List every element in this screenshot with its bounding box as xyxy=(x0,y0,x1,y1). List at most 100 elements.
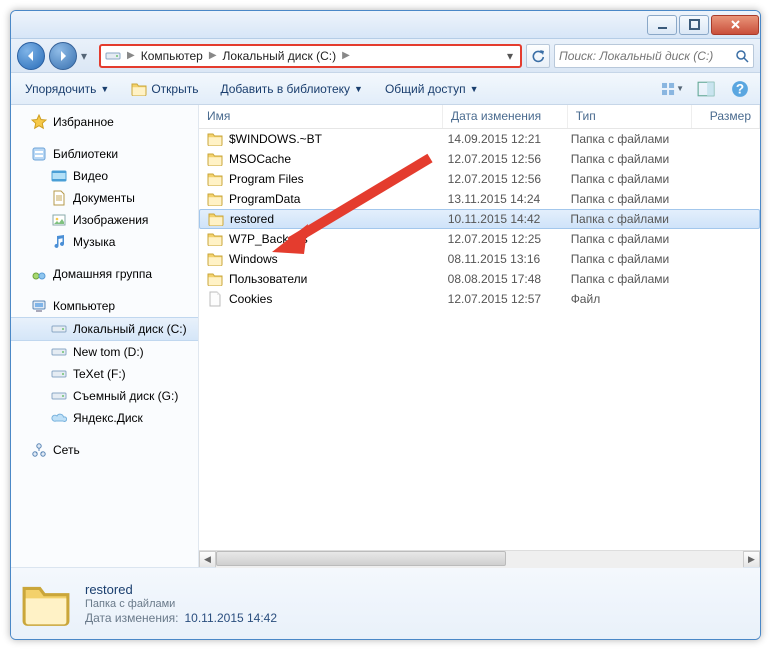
search-input[interactable] xyxy=(559,49,735,63)
preview-pane-button[interactable] xyxy=(694,77,718,101)
folder-icon xyxy=(207,271,223,287)
nav-music[interactable]: Музыка xyxy=(11,231,198,253)
address-bar[interactable]: ▶ Компьютер ▶ Локальный диск (C:) ▶ ▾ xyxy=(99,44,522,68)
nav-drive-c[interactable]: Локальный диск (C:) xyxy=(11,317,198,341)
file-type: Папка с файлами xyxy=(571,192,694,206)
file-name: MSOCache xyxy=(229,152,448,166)
folder-icon xyxy=(207,251,223,267)
file-row[interactable]: Пользователи08.08.2015 17:48Папка с файл… xyxy=(199,269,760,289)
folder-icon xyxy=(207,131,223,147)
nav-favorites[interactable]: Избранное xyxy=(11,111,198,133)
open-button[interactable]: Открыть xyxy=(125,78,204,100)
column-date[interactable]: Дата изменения xyxy=(443,105,568,128)
maximize-button[interactable] xyxy=(679,15,709,35)
file-icon xyxy=(207,291,223,307)
music-icon xyxy=(51,234,67,250)
video-icon xyxy=(51,168,67,184)
scroll-right-button[interactable]: ▶ xyxy=(743,551,760,568)
chevron-right-icon[interactable]: ▶ xyxy=(125,50,137,61)
file-row[interactable]: $WINDOWS.~BT14.09.2015 12:21Папка с файл… xyxy=(199,129,760,149)
column-type[interactable]: Тип xyxy=(568,105,693,128)
file-list[interactable]: $WINDOWS.~BT14.09.2015 12:21Папка с файл… xyxy=(199,129,760,550)
file-row[interactable]: ProgramData13.11.2015 14:24Папка с файла… xyxy=(199,189,760,209)
add-to-library-menu[interactable]: Добавить в библиотеку ▼ xyxy=(214,79,368,99)
file-row[interactable]: W7P_Backups12.07.2015 12:25Папка с файла… xyxy=(199,229,760,249)
close-button[interactable] xyxy=(711,15,759,35)
chevron-right-icon[interactable]: ▶ xyxy=(207,50,219,61)
homegroup-icon xyxy=(31,266,47,282)
share-menu[interactable]: Общий доступ ▼ xyxy=(379,79,485,99)
nav-drive-f[interactable]: TeXet (F:) xyxy=(11,363,198,385)
file-date: 12.07.2015 12:25 xyxy=(448,232,571,246)
column-name[interactable]: Имя xyxy=(199,105,443,128)
file-date: 08.08.2015 17:48 xyxy=(448,272,571,286)
history-dropdown-icon[interactable]: ▾ xyxy=(81,49,95,63)
file-list-pane: Имя Дата изменения Тип Размер $WINDOWS.~… xyxy=(199,105,760,567)
details-date-value: 10.11.2015 14:42 xyxy=(185,611,278,625)
nav-libraries[interactable]: Библиотеки xyxy=(11,143,198,165)
chevron-down-icon: ▼ xyxy=(354,84,363,94)
nav-yandex-disk[interactable]: Яндекс.Диск xyxy=(11,407,198,429)
file-name: restored xyxy=(230,212,448,226)
drive-icon xyxy=(51,388,67,404)
file-date: 14.09.2015 12:21 xyxy=(448,132,571,146)
file-row[interactable]: restored10.11.2015 14:42Папка с файлами xyxy=(199,209,760,229)
folder-icon xyxy=(207,231,223,247)
scroll-thumb[interactable] xyxy=(216,551,506,566)
column-size[interactable]: Размер xyxy=(692,105,760,128)
details-pane: restored Папка с файлами Дата изменения:… xyxy=(11,567,760,639)
help-button[interactable]: ? xyxy=(728,77,752,101)
file-row[interactable]: Windows08.11.2015 13:16Папка с файлами xyxy=(199,249,760,269)
document-icon xyxy=(51,190,67,206)
address-dropdown-icon[interactable]: ▾ xyxy=(504,49,516,63)
drive-icon xyxy=(51,344,67,360)
file-name: Cookies xyxy=(229,292,448,306)
search-box[interactable] xyxy=(554,44,754,68)
drive-icon xyxy=(51,366,67,382)
nav-pictures[interactable]: Изображения xyxy=(11,209,198,231)
file-name: $WINDOWS.~BT xyxy=(229,132,448,146)
file-type: Папка с файлами xyxy=(571,152,694,166)
file-type: Папка с файлами xyxy=(571,132,694,146)
minimize-button[interactable] xyxy=(647,15,677,35)
file-name: W7P_Backups xyxy=(229,232,448,246)
horizontal-scrollbar[interactable]: ◀ ▶ xyxy=(199,550,760,567)
nav-drive-g[interactable]: Съемный диск (G:) xyxy=(11,385,198,407)
file-name: Пользователи xyxy=(229,272,448,286)
search-icon xyxy=(735,49,749,63)
nav-drive-d[interactable]: New tom (D:) xyxy=(11,341,198,363)
network-icon xyxy=(31,442,47,458)
folder-icon xyxy=(208,211,224,227)
nav-homegroup[interactable]: Домашняя группа xyxy=(11,263,198,285)
breadcrumb-local-disk[interactable]: Локальный диск (C:) xyxy=(223,49,337,63)
nav-network[interactable]: Сеть xyxy=(11,439,198,461)
file-type: Папка с файлами xyxy=(571,272,694,286)
scroll-left-button[interactable]: ◀ xyxy=(199,551,216,568)
libraries-icon xyxy=(31,146,47,162)
file-row[interactable]: MSOCache12.07.2015 12:56Папка с файлами xyxy=(199,149,760,169)
nav-computer[interactable]: Компьютер xyxy=(11,295,198,317)
svg-text:?: ? xyxy=(736,81,744,96)
navigation-bar: ▾ ▶ Компьютер ▶ Локальный диск (C:) ▶ ▾ xyxy=(11,39,760,73)
nav-videos[interactable]: Видео xyxy=(11,165,198,187)
file-type: Файл xyxy=(571,292,694,306)
nav-documents[interactable]: Документы xyxy=(11,187,198,209)
file-type: Папка с файлами xyxy=(571,232,694,246)
file-row[interactable]: Cookies12.07.2015 12:57Файл xyxy=(199,289,760,309)
chevron-down-icon: ▼ xyxy=(470,84,479,94)
view-options-button[interactable]: ▼ xyxy=(660,77,684,101)
refresh-button[interactable] xyxy=(526,44,550,68)
chevron-right-icon[interactable]: ▶ xyxy=(340,50,352,61)
organize-menu[interactable]: Упорядочить ▼ xyxy=(19,79,115,99)
back-button[interactable] xyxy=(17,42,45,70)
folder-icon xyxy=(207,191,223,207)
details-type: Папка с файлами xyxy=(85,598,277,610)
folder-icon xyxy=(207,151,223,167)
folder-open-icon xyxy=(131,81,147,97)
breadcrumb-computer[interactable]: Компьютер xyxy=(141,49,203,63)
file-row[interactable]: Program Files12.07.2015 12:56Папка с фай… xyxy=(199,169,760,189)
file-date: 08.11.2015 13:16 xyxy=(448,252,571,266)
image-icon xyxy=(51,212,67,228)
file-date: 12.07.2015 12:56 xyxy=(448,172,571,186)
forward-button[interactable] xyxy=(49,42,77,70)
